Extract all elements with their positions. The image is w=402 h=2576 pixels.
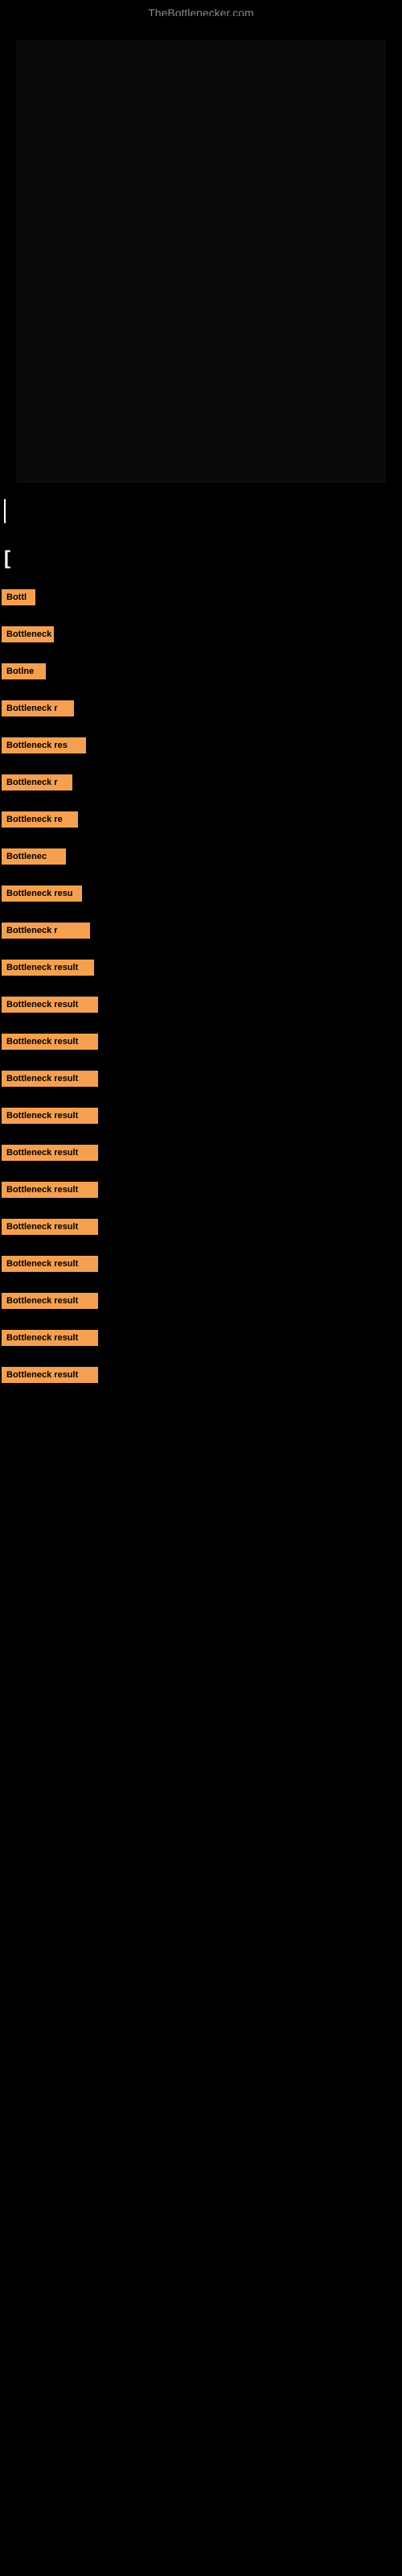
list-item: Bottleneck result bbox=[0, 1172, 402, 1208]
cursor-indicator bbox=[4, 499, 6, 523]
list-item: Bottleneck result bbox=[0, 1246, 402, 1282]
bottleneck-result-badge[interactable]: Bottleneck result bbox=[2, 1071, 98, 1087]
list-item: Bottl bbox=[0, 580, 402, 615]
bottleneck-result-badge[interactable]: Bottleneck result bbox=[2, 960, 94, 976]
bottleneck-result-badge[interactable]: Bottl bbox=[2, 589, 35, 605]
list-item: Bottleneck result bbox=[0, 1061, 402, 1096]
results-section: Bottl Bottleneck Botlne Bottleneck r Bottlen… bbox=[0, 580, 402, 1394]
bottleneck-result-badge[interactable]: Botlne bbox=[2, 663, 46, 679]
list-item: Bottleneck result bbox=[0, 950, 402, 985]
list-item: Bottleneck result bbox=[0, 1135, 402, 1170]
list-item: Bottleneck re bbox=[0, 802, 402, 837]
bottleneck-result-badge[interactable]: Bottleneck resu bbox=[2, 886, 82, 902]
list-item: Bottleneck result bbox=[0, 987, 402, 1022]
list-item: Botlne bbox=[0, 654, 402, 689]
bottleneck-result-badge[interactable]: Bottleneck result bbox=[2, 1182, 98, 1198]
list-item: Bottleneck result bbox=[0, 1320, 402, 1356]
bottleneck-result-badge[interactable]: Bottlenec bbox=[2, 848, 66, 865]
bottleneck-result-badge[interactable]: Bottleneck result bbox=[2, 1219, 98, 1235]
chart-area bbox=[0, 16, 402, 483]
list-item: Bottleneck result bbox=[0, 1357, 402, 1393]
list-item: Bottleneck result bbox=[0, 1098, 402, 1133]
bottleneck-result-badge[interactable]: Bottleneck result bbox=[2, 1330, 98, 1346]
bottleneck-result-badge[interactable]: Bottleneck result bbox=[2, 997, 98, 1013]
list-item: Bottlenec bbox=[0, 839, 402, 874]
bottleneck-result-badge[interactable]: Bottleneck result bbox=[2, 1256, 98, 1272]
list-item: Bottleneck r bbox=[0, 691, 402, 726]
bottleneck-result-badge[interactable]: Bottleneck bbox=[2, 626, 54, 642]
list-item: Bottleneck result bbox=[0, 1024, 402, 1059]
list-item: Bottleneck r bbox=[0, 765, 402, 800]
list-item: Bottleneck resu bbox=[0, 876, 402, 911]
graph-container bbox=[16, 40, 386, 483]
bottleneck-result-badge[interactable]: Bottleneck r bbox=[2, 700, 74, 716]
bottleneck-result-badge[interactable]: Bottleneck result bbox=[2, 1367, 98, 1383]
bracket-mark: [ bbox=[4, 547, 10, 570]
bottleneck-result-badge[interactable]: Bottleneck r bbox=[2, 774, 72, 791]
bottleneck-result-badge[interactable]: Bottleneck result bbox=[2, 1034, 98, 1050]
list-item: Bottleneck r bbox=[0, 913, 402, 948]
list-item: Bottleneck result bbox=[0, 1209, 402, 1245]
list-item: Bottleneck res bbox=[0, 728, 402, 763]
list-item: Bottleneck result bbox=[0, 1283, 402, 1319]
bottleneck-result-badge[interactable]: Bottleneck result bbox=[2, 1293, 98, 1309]
bottleneck-result-badge[interactable]: Bottleneck result bbox=[2, 1145, 98, 1161]
bottleneck-result-badge[interactable]: Bottleneck result bbox=[2, 1108, 98, 1124]
list-item: Bottleneck bbox=[0, 617, 402, 652]
bottleneck-result-badge[interactable]: Bottleneck res bbox=[2, 737, 86, 753]
bottleneck-result-badge[interactable]: Bottleneck r bbox=[2, 923, 90, 939]
bottleneck-result-badge[interactable]: Bottleneck re bbox=[2, 811, 78, 828]
